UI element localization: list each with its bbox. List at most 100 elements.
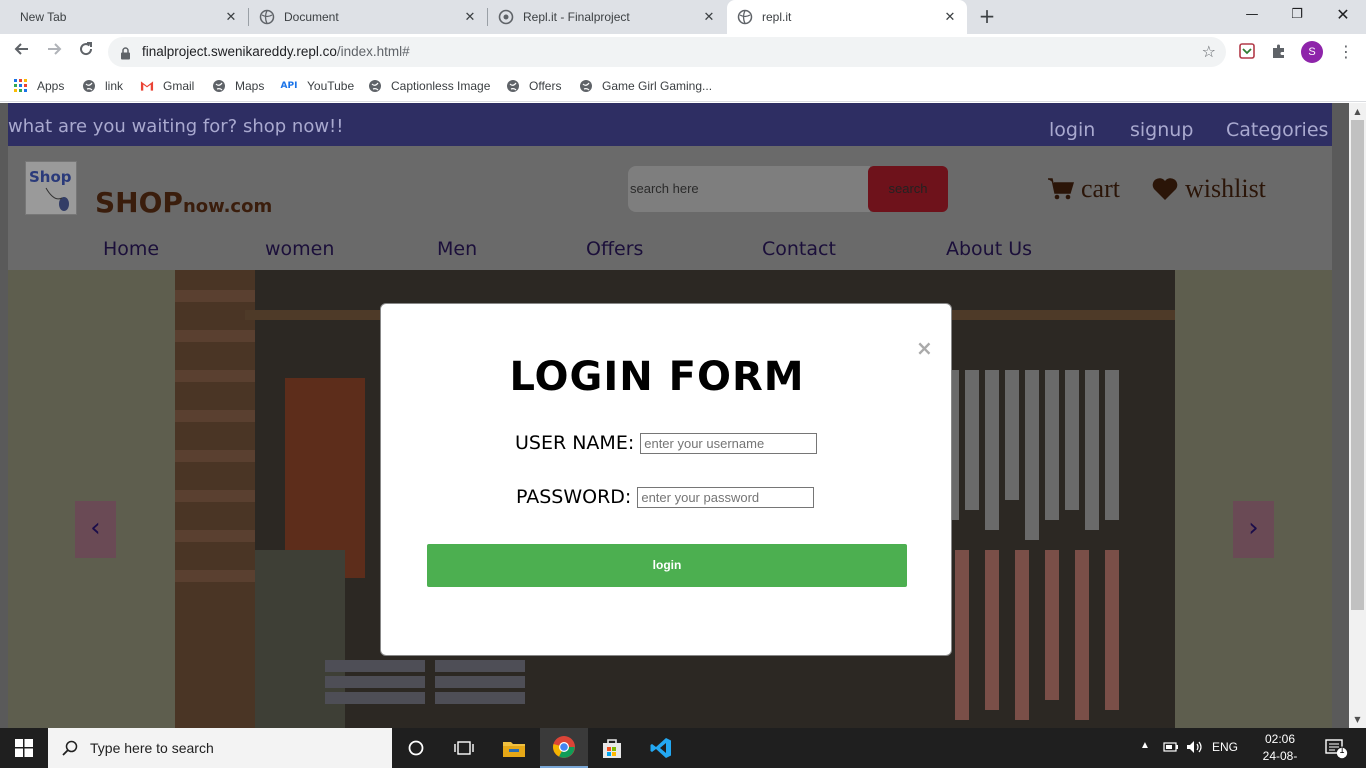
people-icon[interactable]	[1162, 740, 1180, 757]
address-bar[interactable]: finalproject.swenikareddy.repl.co/index.…	[108, 37, 1226, 67]
globe-icon	[259, 9, 275, 25]
notification-count: 1	[1339, 745, 1345, 755]
logo-text: Shop	[29, 168, 72, 186]
cart-link[interactable]: cart	[1047, 174, 1120, 204]
tab-title: New Tab	[20, 10, 67, 24]
categories-link[interactable]: Categories	[1226, 119, 1328, 141]
extensions-puzzle-icon[interactable]	[1270, 42, 1290, 62]
task-view-icon[interactable]	[440, 728, 488, 768]
close-icon[interactable]: ✕	[702, 10, 716, 24]
gmail-icon	[140, 79, 154, 93]
notification-center-icon[interactable]: 1	[1316, 728, 1356, 768]
bookmark-link[interactable]: link	[82, 76, 123, 96]
tab-replit-active[interactable]: repl.it ✕	[727, 0, 967, 34]
cortana-circle-icon[interactable]	[392, 728, 440, 768]
bookmark-apps[interactable]: Apps	[14, 76, 64, 96]
reload-icon[interactable]	[74, 40, 98, 64]
globe-icon	[368, 79, 382, 93]
nav-offers[interactable]: Offers	[586, 238, 643, 260]
nav-men[interactable]: Men	[437, 238, 477, 260]
bookmark-label: Captionless Image	[391, 79, 491, 93]
close-window-icon[interactable]: ✕	[1331, 4, 1355, 28]
language-indicator[interactable]: ENG	[1212, 740, 1238, 754]
bookmark-maps[interactable]: Maps	[212, 76, 264, 96]
clock-date: 24-08-2020	[1262, 749, 1298, 768]
close-icon[interactable]: ✕	[943, 10, 957, 24]
shop-logo[interactable]: Shop	[25, 161, 77, 215]
login-button[interactable]: login	[427, 544, 907, 587]
login-link[interactable]: login	[1049, 119, 1095, 141]
chrome-taskbar-icon[interactable]	[540, 728, 588, 768]
nav-contact[interactable]: Contact	[762, 238, 836, 260]
bookmark-offers[interactable]: Offers	[506, 76, 561, 96]
carousel-prev-button[interactable]: ‹	[75, 501, 116, 558]
start-windows-icon[interactable]	[0, 728, 48, 768]
password-input[interactable]	[637, 486, 815, 508]
bookmark-youtube[interactable]: API YouTube	[280, 76, 355, 96]
scroll-up-icon[interactable]: ▲	[1349, 103, 1366, 120]
main-nav: Home women Men Offers Contact About Us	[8, 226, 1332, 270]
vscode-icon[interactable]	[637, 728, 685, 768]
nav-about-us[interactable]: About Us	[946, 238, 1032, 260]
tab-replit-finalproject[interactable]: Repl.it - Finalproject ✕	[488, 0, 726, 34]
bookmark-star-icon[interactable]: ☆	[1202, 42, 1216, 61]
brand-name: SHOPnow.com	[95, 186, 272, 219]
search-input[interactable]: search here	[628, 166, 870, 212]
bookmark-label: Game Girl Gaming...	[602, 79, 713, 93]
close-icon[interactable]: ✕	[224, 10, 238, 24]
bookmark-game-girl-gaming[interactable]: Game Girl Gaming...	[579, 76, 712, 96]
globe-icon	[506, 79, 520, 93]
url-host: finalproject.swenikareddy.repl.co	[142, 44, 337, 59]
wishlist-label: wishlist	[1185, 174, 1266, 203]
nav-home[interactable]: Home	[103, 238, 159, 260]
bookmark-label: link	[105, 79, 124, 93]
scrollbar-thumb[interactable]	[1351, 120, 1364, 610]
promo-bar: what are you waiting for? shop now!! log…	[8, 103, 1332, 146]
bookmark-label: Maps	[235, 79, 265, 93]
file-explorer-icon[interactable]	[490, 728, 538, 768]
minimize-icon[interactable]: —	[1240, 4, 1264, 28]
cart-icon	[1047, 177, 1075, 201]
bookmark-label: YouTube	[307, 79, 355, 93]
restore-icon[interactable]: ❐	[1285, 4, 1309, 28]
bookmark-gmail[interactable]: Gmail	[140, 76, 194, 96]
globe-icon	[579, 79, 593, 93]
carousel-next-button[interactable]: ›	[1233, 501, 1274, 558]
scroll-down-icon[interactable]: ▼	[1349, 711, 1366, 728]
search-icon	[62, 740, 78, 756]
nav-women[interactable]: women	[265, 238, 334, 260]
page-scrollbar[interactable]: ▲ ▼	[1349, 103, 1366, 728]
globe-icon	[82, 79, 96, 93]
forward-arrow-icon[interactable]	[42, 40, 66, 64]
more-menu-icon[interactable]: ⋮	[1338, 42, 1354, 62]
site-header: Shop SHOPnow.com search here search cart	[8, 146, 1332, 226]
bookmarks-bar: Apps link Gmail Maps API YouTube Caption…	[0, 70, 1366, 102]
clock-time: 02:06	[1264, 732, 1296, 746]
new-tab-plus-icon[interactable]: +	[977, 6, 997, 27]
username-input[interactable]	[640, 432, 818, 454]
tab-title: Document	[284, 10, 339, 24]
search-button[interactable]: search	[868, 166, 948, 212]
tab-document[interactable]: Document ✕	[249, 0, 487, 34]
bookmark-captionless-image[interactable]: Captionless Image	[368, 76, 490, 96]
profile-avatar[interactable]: S	[1301, 41, 1323, 63]
signup-link[interactable]: signup	[1130, 119, 1193, 141]
api-icon: API	[280, 81, 298, 91]
back-arrow-icon[interactable]	[10, 40, 34, 64]
bookmark-label: Gmail	[163, 79, 195, 93]
replit-icon	[498, 9, 514, 25]
close-icon[interactable]: ✕	[463, 10, 477, 24]
taskbar-search-box[interactable]: Type here to search	[48, 728, 392, 768]
extension-pocket-icon[interactable]	[1238, 42, 1258, 62]
cart-label: cart	[1081, 174, 1120, 203]
system-clock[interactable]: 02:06 24-08-2020	[1252, 731, 1308, 768]
tab-new-tab[interactable]: New Tab ✕	[8, 0, 248, 34]
volume-icon[interactable]	[1186, 740, 1204, 757]
show-hidden-icons-icon[interactable]: ▲	[1140, 740, 1150, 751]
wishlist-link[interactable]: wishlist	[1151, 174, 1266, 204]
globe-icon	[737, 9, 753, 25]
username-label: USER NAME:	[515, 432, 635, 454]
store-bag-icon[interactable]	[588, 728, 636, 768]
tab-title: Repl.it - Finalproject	[523, 10, 630, 24]
bookmark-label: Apps	[37, 79, 65, 93]
